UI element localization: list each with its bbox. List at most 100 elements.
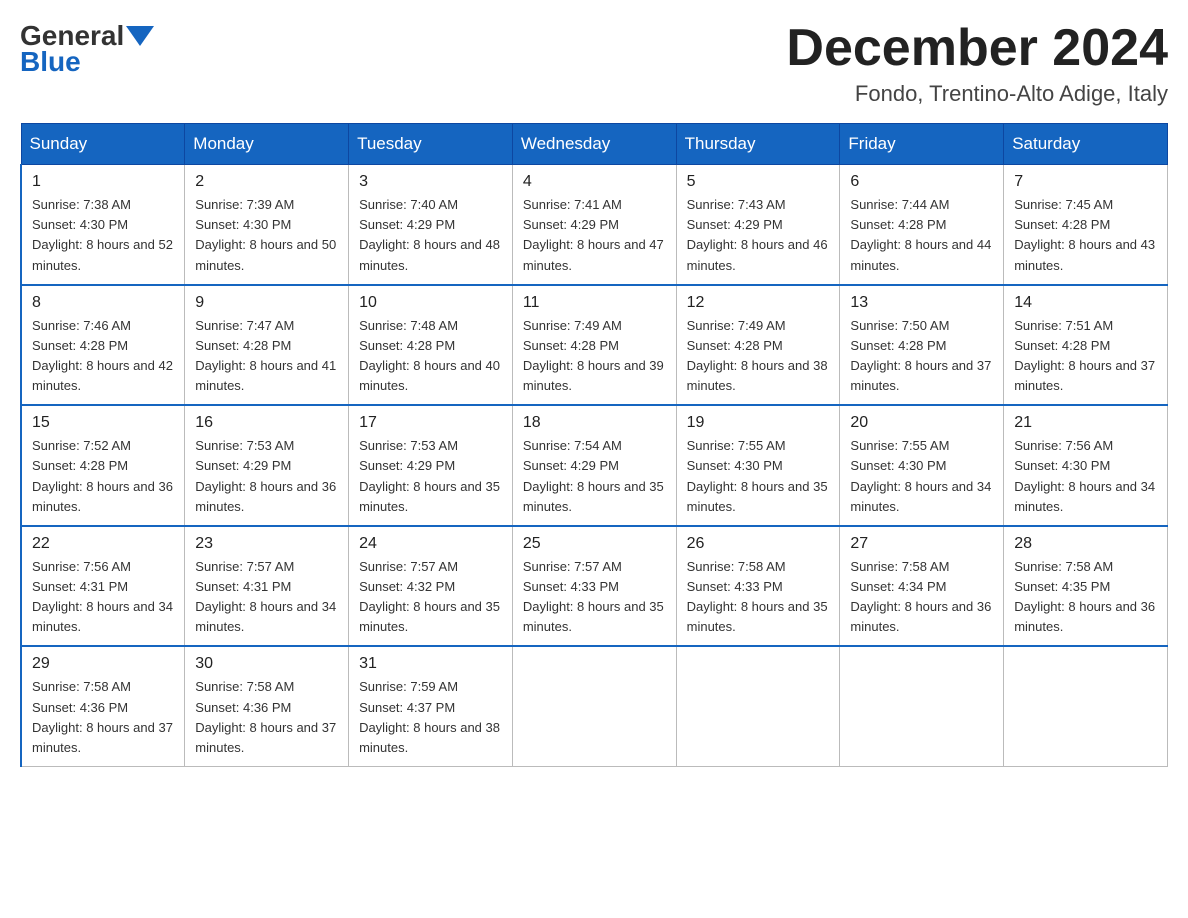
day-number: 31 <box>359 655 502 673</box>
day-number: 25 <box>523 535 666 553</box>
header-wednesday: Wednesday <box>512 124 676 165</box>
calendar-day-cell: 16 Sunrise: 7:53 AMSunset: 4:29 PMDaylig… <box>185 405 349 526</box>
calendar-day-cell: 28 Sunrise: 7:58 AMSunset: 4:35 PMDaylig… <box>1004 526 1168 647</box>
day-info: Sunrise: 7:53 AMSunset: 4:29 PMDaylight:… <box>195 438 336 513</box>
day-info: Sunrise: 7:43 AMSunset: 4:29 PMDaylight:… <box>687 197 828 272</box>
header-monday: Monday <box>185 124 349 165</box>
month-title: December 2024 <box>786 20 1168 77</box>
day-info: Sunrise: 7:58 AMSunset: 4:36 PMDaylight:… <box>32 679 173 754</box>
calendar-day-cell: 17 Sunrise: 7:53 AMSunset: 4:29 PMDaylig… <box>349 405 513 526</box>
day-number: 12 <box>687 294 830 312</box>
calendar-day-cell: 13 Sunrise: 7:50 AMSunset: 4:28 PMDaylig… <box>840 285 1004 406</box>
calendar-title-area: December 2024 Fondo, Trentino-Alto Adige… <box>786 20 1168 107</box>
calendar-day-cell: 21 Sunrise: 7:56 AMSunset: 4:30 PMDaylig… <box>1004 405 1168 526</box>
day-number: 2 <box>195 173 338 191</box>
header-sunday: Sunday <box>21 124 185 165</box>
calendar-day-cell <box>512 646 676 766</box>
day-info: Sunrise: 7:59 AMSunset: 4:37 PMDaylight:… <box>359 679 500 754</box>
day-info: Sunrise: 7:41 AMSunset: 4:29 PMDaylight:… <box>523 197 664 272</box>
location-title: Fondo, Trentino-Alto Adige, Italy <box>786 81 1168 107</box>
day-number: 26 <box>687 535 830 553</box>
calendar-day-cell: 4 Sunrise: 7:41 AMSunset: 4:29 PMDayligh… <box>512 165 676 285</box>
calendar-day-cell: 7 Sunrise: 7:45 AMSunset: 4:28 PMDayligh… <box>1004 165 1168 285</box>
calendar-day-cell: 18 Sunrise: 7:54 AMSunset: 4:29 PMDaylig… <box>512 405 676 526</box>
header-thursday: Thursday <box>676 124 840 165</box>
calendar-day-cell: 9 Sunrise: 7:47 AMSunset: 4:28 PMDayligh… <box>185 285 349 406</box>
day-number: 14 <box>1014 294 1157 312</box>
week-row-5: 29 Sunrise: 7:58 AMSunset: 4:36 PMDaylig… <box>21 646 1168 766</box>
day-info: Sunrise: 7:57 AMSunset: 4:32 PMDaylight:… <box>359 559 500 634</box>
day-number: 6 <box>850 173 993 191</box>
header-saturday: Saturday <box>1004 124 1168 165</box>
calendar-day-cell: 19 Sunrise: 7:55 AMSunset: 4:30 PMDaylig… <box>676 405 840 526</box>
calendar-day-cell: 3 Sunrise: 7:40 AMSunset: 4:29 PMDayligh… <box>349 165 513 285</box>
day-number: 5 <box>687 173 830 191</box>
day-number: 10 <box>359 294 502 312</box>
calendar-day-cell: 15 Sunrise: 7:52 AMSunset: 4:28 PMDaylig… <box>21 405 185 526</box>
day-info: Sunrise: 7:57 AMSunset: 4:33 PMDaylight:… <box>523 559 664 634</box>
day-info: Sunrise: 7:51 AMSunset: 4:28 PMDaylight:… <box>1014 318 1155 393</box>
calendar-day-cell: 27 Sunrise: 7:58 AMSunset: 4:34 PMDaylig… <box>840 526 1004 647</box>
day-number: 27 <box>850 535 993 553</box>
day-info: Sunrise: 7:38 AMSunset: 4:30 PMDaylight:… <box>32 197 173 272</box>
day-number: 28 <box>1014 535 1157 553</box>
calendar-day-cell: 2 Sunrise: 7:39 AMSunset: 4:30 PMDayligh… <box>185 165 349 285</box>
day-info: Sunrise: 7:47 AMSunset: 4:28 PMDaylight:… <box>195 318 336 393</box>
day-number: 30 <box>195 655 338 673</box>
logo-icon <box>126 26 154 46</box>
calendar-day-cell: 26 Sunrise: 7:58 AMSunset: 4:33 PMDaylig… <box>676 526 840 647</box>
day-number: 23 <box>195 535 338 553</box>
day-info: Sunrise: 7:45 AMSunset: 4:28 PMDaylight:… <box>1014 197 1155 272</box>
day-number: 7 <box>1014 173 1157 191</box>
calendar-day-cell: 31 Sunrise: 7:59 AMSunset: 4:37 PMDaylig… <box>349 646 513 766</box>
day-info: Sunrise: 7:56 AMSunset: 4:31 PMDaylight:… <box>32 559 173 634</box>
calendar-day-cell: 10 Sunrise: 7:48 AMSunset: 4:28 PMDaylig… <box>349 285 513 406</box>
day-number: 9 <box>195 294 338 312</box>
calendar-day-cell: 8 Sunrise: 7:46 AMSunset: 4:28 PMDayligh… <box>21 285 185 406</box>
header-friday: Friday <box>840 124 1004 165</box>
calendar-day-cell: 5 Sunrise: 7:43 AMSunset: 4:29 PMDayligh… <box>676 165 840 285</box>
day-number: 21 <box>1014 414 1157 432</box>
logo: General Blue <box>20 20 156 78</box>
day-number: 16 <box>195 414 338 432</box>
calendar-day-cell: 11 Sunrise: 7:49 AMSunset: 4:28 PMDaylig… <box>512 285 676 406</box>
day-info: Sunrise: 7:55 AMSunset: 4:30 PMDaylight:… <box>687 438 828 513</box>
day-info: Sunrise: 7:57 AMSunset: 4:31 PMDaylight:… <box>195 559 336 634</box>
header-tuesday: Tuesday <box>349 124 513 165</box>
day-info: Sunrise: 7:40 AMSunset: 4:29 PMDaylight:… <box>359 197 500 272</box>
day-info: Sunrise: 7:46 AMSunset: 4:28 PMDaylight:… <box>32 318 173 393</box>
calendar-day-cell: 20 Sunrise: 7:55 AMSunset: 4:30 PMDaylig… <box>840 405 1004 526</box>
day-number: 1 <box>32 173 174 191</box>
weekday-header-row: Sunday Monday Tuesday Wednesday Thursday… <box>21 124 1168 165</box>
calendar-day-cell <box>1004 646 1168 766</box>
day-number: 13 <box>850 294 993 312</box>
day-number: 29 <box>32 655 174 673</box>
day-info: Sunrise: 7:49 AMSunset: 4:28 PMDaylight:… <box>523 318 664 393</box>
calendar-day-cell: 14 Sunrise: 7:51 AMSunset: 4:28 PMDaylig… <box>1004 285 1168 406</box>
calendar-day-cell: 30 Sunrise: 7:58 AMSunset: 4:36 PMDaylig… <box>185 646 349 766</box>
day-number: 24 <box>359 535 502 553</box>
day-info: Sunrise: 7:54 AMSunset: 4:29 PMDaylight:… <box>523 438 664 513</box>
calendar-day-cell: 12 Sunrise: 7:49 AMSunset: 4:28 PMDaylig… <box>676 285 840 406</box>
day-info: Sunrise: 7:50 AMSunset: 4:28 PMDaylight:… <box>850 318 991 393</box>
page-header: General Blue December 2024 Fondo, Trenti… <box>20 20 1168 107</box>
calendar-day-cell: 23 Sunrise: 7:57 AMSunset: 4:31 PMDaylig… <box>185 526 349 647</box>
day-info: Sunrise: 7:55 AMSunset: 4:30 PMDaylight:… <box>850 438 991 513</box>
day-info: Sunrise: 7:44 AMSunset: 4:28 PMDaylight:… <box>850 197 991 272</box>
day-number: 11 <box>523 294 666 312</box>
calendar-table: Sunday Monday Tuesday Wednesday Thursday… <box>20 123 1168 767</box>
day-number: 4 <box>523 173 666 191</box>
day-info: Sunrise: 7:58 AMSunset: 4:36 PMDaylight:… <box>195 679 336 754</box>
day-number: 22 <box>32 535 174 553</box>
day-info: Sunrise: 7:53 AMSunset: 4:29 PMDaylight:… <box>359 438 500 513</box>
day-info: Sunrise: 7:58 AMSunset: 4:34 PMDaylight:… <box>850 559 991 634</box>
week-row-3: 15 Sunrise: 7:52 AMSunset: 4:28 PMDaylig… <box>21 405 1168 526</box>
week-row-4: 22 Sunrise: 7:56 AMSunset: 4:31 PMDaylig… <box>21 526 1168 647</box>
day-info: Sunrise: 7:58 AMSunset: 4:35 PMDaylight:… <box>1014 559 1155 634</box>
calendar-day-cell: 29 Sunrise: 7:58 AMSunset: 4:36 PMDaylig… <box>21 646 185 766</box>
day-info: Sunrise: 7:39 AMSunset: 4:30 PMDaylight:… <box>195 197 336 272</box>
logo-blue-text: Blue <box>20 46 81 78</box>
day-number: 20 <box>850 414 993 432</box>
calendar-day-cell: 6 Sunrise: 7:44 AMSunset: 4:28 PMDayligh… <box>840 165 1004 285</box>
day-number: 8 <box>32 294 174 312</box>
